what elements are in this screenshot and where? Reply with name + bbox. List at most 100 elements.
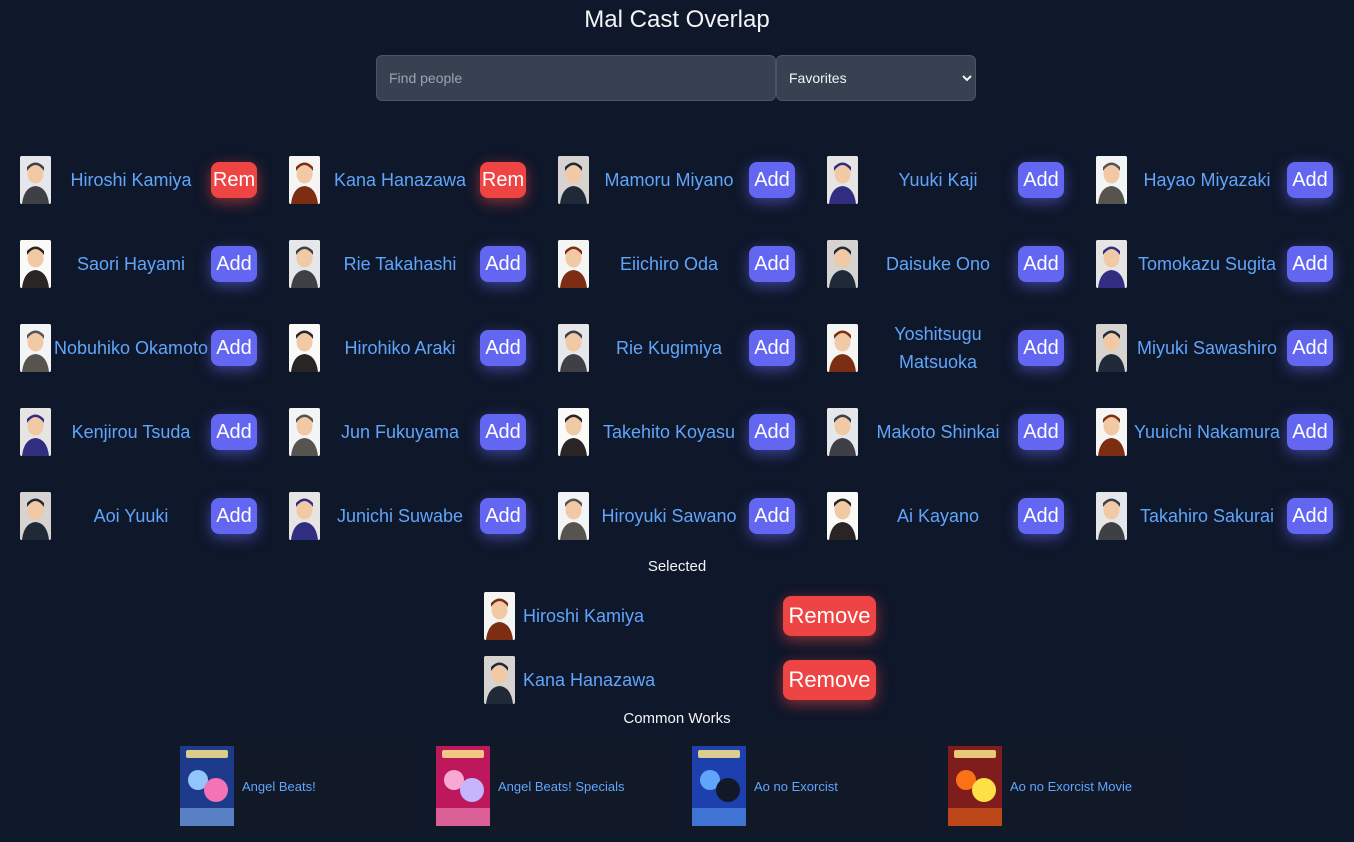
add-person-button[interactable]: Add [480, 330, 526, 366]
work-title[interactable]: Ao no Exorcist [746, 779, 838, 794]
remove-person-button[interactable]: Rem [480, 162, 526, 198]
person-name[interactable]: Ai Kayano [858, 502, 1018, 530]
person-name[interactable]: Hiroyuki Sawano [589, 502, 749, 530]
person-name[interactable]: Yuuki Kaji [858, 166, 1018, 194]
work-card[interactable]: Angel Beats! [172, 740, 420, 832]
add-person-button[interactable]: Add [749, 330, 795, 366]
person-card: Saori Hayami Add [20, 224, 289, 304]
work-title[interactable]: Angel Beats! [234, 779, 316, 794]
add-person-button[interactable]: Add [1287, 246, 1333, 282]
remove-button[interactable]: Remove [783, 596, 876, 636]
add-person-button[interactable]: Add [749, 414, 795, 450]
add-person-button[interactable]: Add [1018, 330, 1064, 366]
search-input[interactable] [376, 55, 776, 101]
person-name[interactable]: Tomokazu Sugita [1127, 250, 1287, 278]
avatar [558, 324, 589, 372]
remove-person-button[interactable]: Rem [211, 162, 257, 198]
person-card: Tomokazu Sugita Add [1096, 224, 1354, 304]
avatar [289, 156, 320, 204]
add-person-button[interactable]: Add [480, 498, 526, 534]
person-name[interactable]: Rie Takahashi [320, 250, 480, 278]
person-name[interactable]: Mamoru Miyano [589, 166, 749, 194]
person-card: Daisuke Ono Add [827, 224, 1096, 304]
add-person-button[interactable]: Add [211, 246, 257, 282]
person-name[interactable]: Aoi Yuuki [51, 502, 211, 530]
work-title[interactable]: Angel Beats! Specials [490, 779, 624, 794]
avatar [20, 492, 51, 540]
person-name[interactable]: Yoshitsugu Matsuoka [858, 320, 1018, 376]
person-card: Kana Hanazawa Rem [289, 140, 558, 220]
work-title[interactable]: Ao no Exorcist Movie [1002, 779, 1132, 794]
person-name[interactable]: Junichi Suwabe [320, 502, 480, 530]
selected-person-name[interactable]: Kana Hanazawa [515, 670, 783, 691]
person-name[interactable]: Miyuki Sawashiro [1127, 334, 1287, 362]
person-card: Hirohiko Araki Add [289, 308, 558, 388]
avatar [827, 156, 858, 204]
person-card: Ai Kayano Add [827, 476, 1096, 556]
person-name[interactable]: Takehito Koyasu [589, 418, 749, 446]
work-poster [180, 746, 234, 826]
add-person-button[interactable]: Add [1018, 246, 1064, 282]
add-person-button[interactable]: Add [1287, 330, 1333, 366]
add-person-button[interactable]: Add [211, 498, 257, 534]
person-name[interactable]: Saori Hayami [51, 250, 211, 278]
person-name[interactable]: Jun Fukuyama [320, 418, 480, 446]
add-person-button[interactable]: Add [1287, 162, 1333, 198]
person-card: Hiroshi Kamiya Rem [20, 140, 289, 220]
person-card: Jun Fukuyama Add [289, 392, 558, 472]
person-card: Eiichiro Oda Add [558, 224, 827, 304]
person-name[interactable]: Hirohiko Araki [320, 334, 480, 362]
avatar [1096, 324, 1127, 372]
person-card: Miyuki Sawashiro Add [1096, 308, 1354, 388]
person-card: Takahiro Sakurai Add [1096, 476, 1354, 556]
avatar [484, 656, 515, 704]
avatar [827, 324, 858, 372]
add-person-button[interactable]: Add [480, 246, 526, 282]
add-person-button[interactable]: Add [1018, 498, 1064, 534]
work-poster [436, 746, 490, 826]
avatar [289, 240, 320, 288]
add-person-button[interactable]: Add [749, 246, 795, 282]
avatar [20, 408, 51, 456]
add-person-button[interactable]: Add [1018, 162, 1064, 198]
person-card: Kenjirou Tsuda Add [20, 392, 289, 472]
common-works-list: Angel Beats! Angel Beats! Specials Ao no… [172, 740, 1196, 832]
person-name[interactable]: Hayao Miyazaki [1127, 166, 1287, 194]
person-card: Yoshitsugu Matsuoka Add [827, 308, 1096, 388]
avatar [558, 492, 589, 540]
work-card[interactable]: Angel Beats! Specials [428, 740, 676, 832]
person-name[interactable]: Eiichiro Oda [589, 250, 749, 278]
work-card[interactable]: Ao no Exorcist [684, 740, 932, 832]
person-card: Yuuki Kaji Add [827, 140, 1096, 220]
person-name[interactable]: Nobuhiko Okamoto [51, 334, 211, 362]
add-person-button[interactable]: Add [749, 162, 795, 198]
add-person-button[interactable]: Add [1018, 414, 1064, 450]
avatar [20, 324, 51, 372]
person-name[interactable]: Rie Kugimiya [589, 334, 749, 362]
remove-button[interactable]: Remove [783, 660, 876, 700]
selected-item: Hiroshi Kamiya Remove [484, 584, 876, 648]
add-person-button[interactable]: Add [480, 414, 526, 450]
person-name[interactable]: Hiroshi Kamiya [51, 166, 211, 194]
avatar [827, 408, 858, 456]
person-name[interactable]: Makoto Shinkai [858, 418, 1018, 446]
person-name[interactable]: Yuuichi Nakamura [1127, 418, 1287, 446]
add-person-button[interactable]: Add [211, 414, 257, 450]
person-name[interactable]: Daisuke Ono [858, 250, 1018, 278]
avatar [289, 324, 320, 372]
add-person-button[interactable]: Add [211, 330, 257, 366]
selected-person-name[interactable]: Hiroshi Kamiya [515, 606, 783, 627]
filter-select[interactable]: Favorites [776, 55, 976, 101]
person-name[interactable]: Takahiro Sakurai [1127, 502, 1287, 530]
work-card[interactable]: Ao no Exorcist Movie [940, 740, 1188, 832]
add-person-button[interactable]: Add [749, 498, 795, 534]
avatar [1096, 240, 1127, 288]
add-person-button[interactable]: Add [1287, 498, 1333, 534]
avatar [558, 156, 589, 204]
selected-heading: Selected [647, 558, 707, 575]
avatar [1096, 156, 1127, 204]
person-name[interactable]: Kana Hanazawa [320, 166, 480, 194]
work-poster [948, 746, 1002, 826]
person-name[interactable]: Kenjirou Tsuda [51, 418, 211, 446]
add-person-button[interactable]: Add [1287, 414, 1333, 450]
